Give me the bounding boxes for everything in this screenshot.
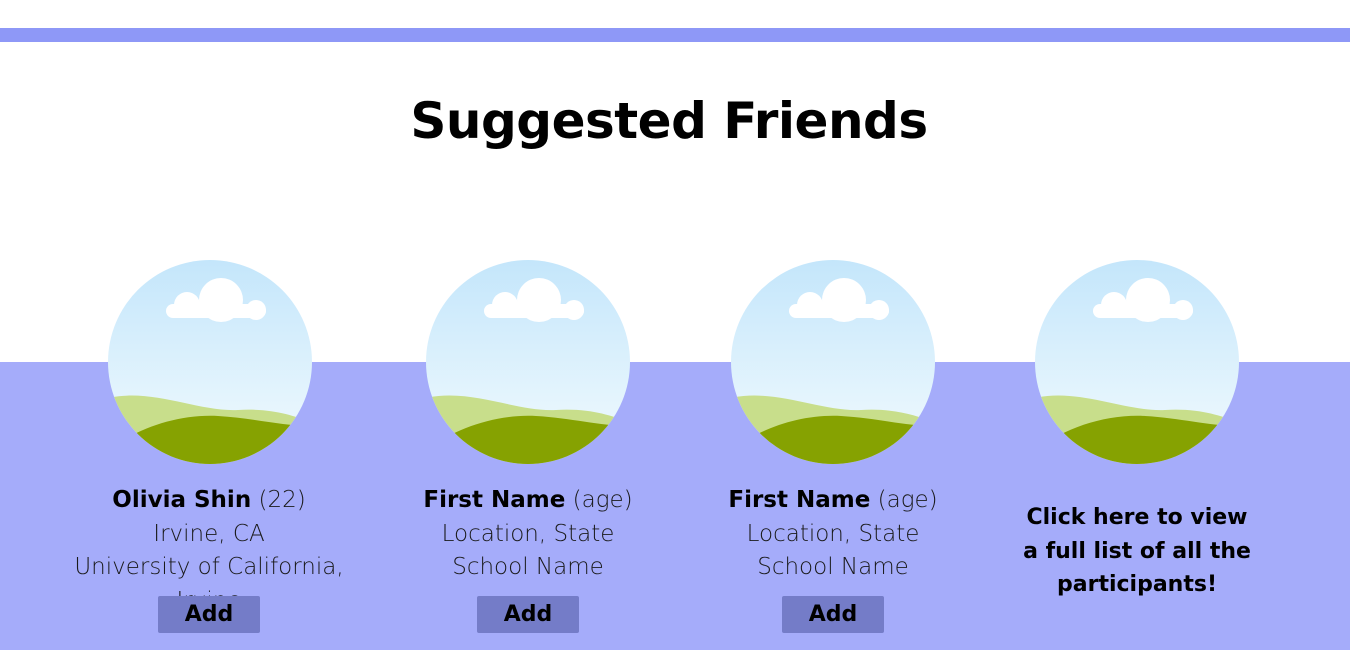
friend-card: First Name (age) Location, State School …: [663, 0, 1003, 650]
friend-age: (age): [572, 487, 633, 513]
friend-info: First Name (age) Location, State School …: [358, 484, 698, 585]
add-friend-button[interactable]: Add: [477, 596, 579, 633]
friend-school: School Name: [757, 554, 909, 580]
friend-location: Location, State: [746, 520, 920, 547]
landscape-placeholder-icon: [108, 260, 312, 464]
view-all-participants-link[interactable]: Click here to view a full list of all th…: [967, 501, 1307, 602]
add-friend-button[interactable]: Add: [782, 596, 884, 633]
add-friend-button[interactable]: Add: [158, 596, 260, 633]
friend-location: Irvine, CA: [153, 520, 265, 547]
friend-school: School Name: [452, 554, 604, 580]
friend-name[interactable]: Olivia Shin: [112, 487, 251, 513]
friend-age: (22): [258, 487, 306, 513]
view-all-line: Click here to view: [1026, 505, 1248, 530]
view-all-line: participants!: [1057, 572, 1217, 597]
avatar-placeholder-icon[interactable]: [731, 260, 935, 464]
avatar-placeholder-icon[interactable]: [426, 260, 630, 464]
view-all-card: Click here to view a full list of all th…: [967, 0, 1307, 650]
friend-age: (age): [877, 487, 938, 513]
friend-name[interactable]: First Name: [728, 487, 870, 513]
friend-card: Olivia Shin (22) Irvine, CA University o…: [39, 0, 379, 650]
friend-info: First Name (age) Location, State School …: [663, 484, 1003, 585]
friend-name[interactable]: First Name: [423, 487, 565, 513]
friend-location: Location, State: [441, 520, 615, 547]
friend-card: First Name (age) Location, State School …: [358, 0, 698, 650]
avatar-placeholder-icon[interactable]: [1035, 260, 1239, 464]
landscape-placeholder-icon: [731, 260, 935, 464]
view-all-line: a full list of all the: [1023, 538, 1251, 564]
avatar-placeholder-icon[interactable]: [108, 260, 312, 464]
landscape-placeholder-icon: [1035, 260, 1239, 464]
landscape-placeholder-icon: [426, 260, 630, 464]
